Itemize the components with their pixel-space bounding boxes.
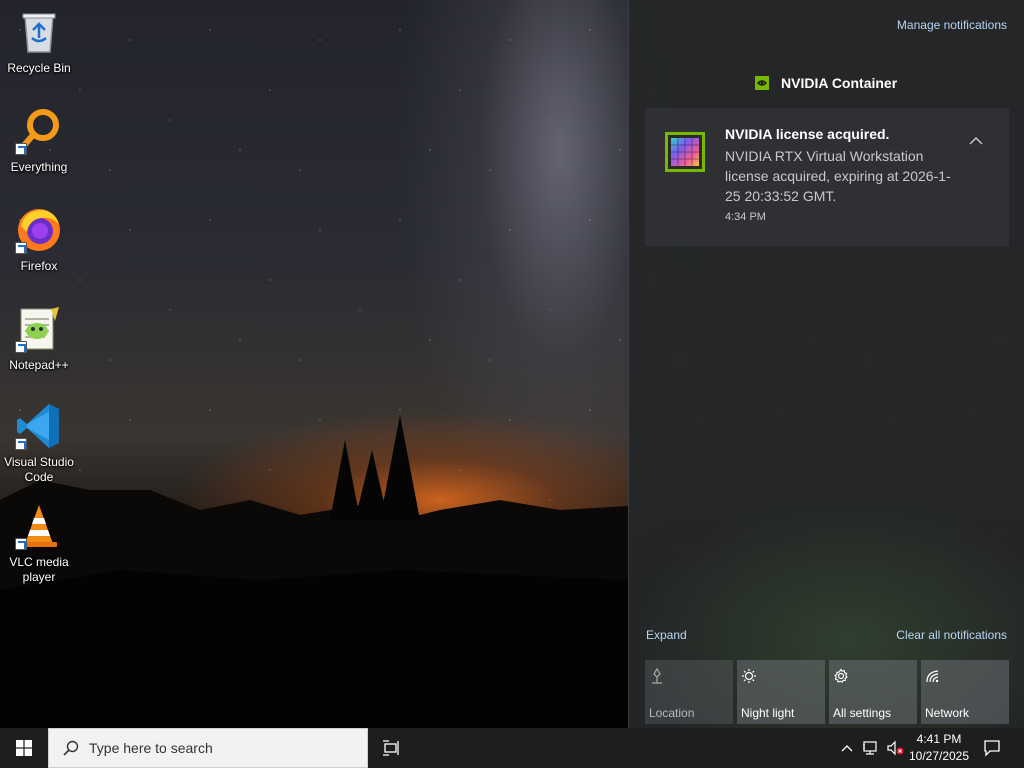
chevron-up-icon: [841, 745, 853, 752]
location-icon: [652, 668, 662, 684]
windows-logo-icon: [16, 740, 32, 756]
desktop-icon-notepadpp[interactable]: Notepad++: [2, 305, 76, 373]
shortcut-arrow-icon: [15, 242, 27, 254]
nvidia-logo-icon: [755, 76, 769, 90]
task-view-icon: [383, 740, 399, 756]
quick-action-network[interactable]: Network: [921, 660, 1009, 724]
show-hidden-icons-button[interactable]: [838, 728, 856, 768]
manage-notifications-link[interactable]: Manage notifications: [897, 18, 1007, 32]
clock-date: 10/27/2025: [908, 749, 970, 763]
desktop-icon-firefox[interactable]: Firefox: [2, 206, 76, 274]
clock-time: 4:41 PM: [916, 732, 962, 746]
task-view-button[interactable]: [376, 728, 408, 768]
desktop-icon-everything[interactable]: Everything: [2, 107, 76, 175]
desktop-icon-vlc[interactable]: VLC media player: [2, 502, 76, 585]
search-icon: [63, 740, 79, 756]
chevron-up-icon[interactable]: [969, 136, 983, 146]
desktop-icon-label: Visual Studio Code: [4, 455, 74, 484]
mountain-silhouette: [0, 415, 628, 728]
quick-action-label: Night light: [741, 706, 795, 720]
quick-action-label: Network: [925, 706, 970, 720]
desktop-icon-label: Notepad++: [9, 358, 69, 372]
notification-body: NVIDIA RTX Virtual Workstation license a…: [725, 148, 951, 204]
volume-tray-button[interactable]: [884, 728, 906, 768]
quick-action-label: All settings: [833, 706, 892, 720]
network-icon: [926, 670, 939, 683]
taskbar-search-box[interactable]: Type here to search: [48, 728, 368, 768]
desktop-icon-label: Recycle Bin: [7, 61, 71, 75]
action-center-panel: Manage notifications NVIDIA Container NV…: [628, 0, 1024, 728]
desktop-icon-label: VLC media player: [9, 555, 69, 584]
gear-icon: [834, 668, 848, 683]
night-light-icon: [742, 669, 756, 683]
quick-action-location[interactable]: Location: [645, 660, 733, 724]
notification-card[interactable]: NVIDIA license acquired. NVIDIA RTX Virt…: [645, 108, 1009, 246]
taskbar-clock[interactable]: 4:41 PM 10/27/2025: [906, 731, 972, 765]
expand-link[interactable]: Expand: [646, 628, 687, 642]
shortcut-arrow-icon: [15, 143, 27, 155]
volume-muted-icon: [887, 740, 904, 756]
desktop-icon-label: Everything: [10, 160, 68, 174]
notification-app-name: NVIDIA Container: [781, 75, 898, 91]
network-tray-button[interactable]: [860, 728, 882, 768]
notification-title: NVIDIA license acquired.: [725, 126, 890, 142]
search-placeholder: Type here to search: [89, 740, 213, 756]
quick-actions: Location Night light All settings Networ…: [645, 660, 1009, 724]
desktop-icon-vscode[interactable]: Visual Studio Code: [2, 402, 76, 485]
desktop-icon-label: Firefox: [20, 259, 58, 273]
quick-action-all-settings[interactable]: All settings: [829, 660, 917, 724]
shortcut-arrow-icon: [15, 538, 27, 550]
notification-time: 4:34 PM: [725, 211, 766, 223]
start-button[interactable]: [0, 728, 48, 768]
wired-network-icon: [863, 741, 877, 755]
shortcut-arrow-icon: [15, 438, 27, 450]
desktop-icon-recycle-bin[interactable]: Recycle Bin: [2, 8, 76, 76]
quick-action-night-light[interactable]: Night light: [737, 660, 825, 724]
taskbar: Type here to search 4:41 PM 10/27/2025: [0, 728, 1024, 768]
clear-all-notifications-link[interactable]: Clear all notifications: [896, 628, 1007, 642]
action-center-button[interactable]: [976, 728, 1008, 768]
notification-group-header: NVIDIA Container: [755, 75, 897, 91]
shortcut-arrow-icon: [15, 341, 27, 353]
quick-action-label: Location: [649, 706, 695, 720]
notification-icon: [984, 740, 1000, 757]
nvidia-chip-icon: [665, 132, 705, 172]
recycle-bin-icon: [22, 13, 56, 53]
